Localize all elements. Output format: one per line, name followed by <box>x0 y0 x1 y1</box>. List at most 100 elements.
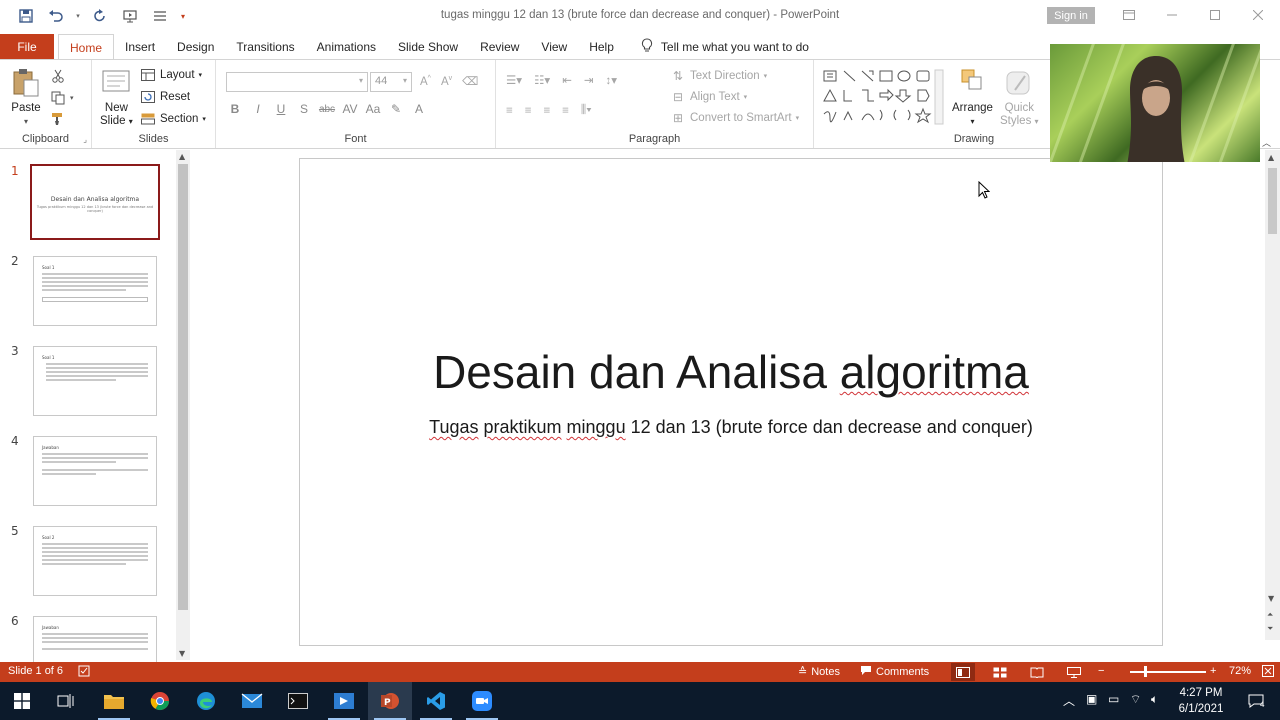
start-from-beginning-icon[interactable] <box>118 4 142 28</box>
previous-slide-icon[interactable]: ⏶ <box>1267 610 1273 620</box>
save-icon[interactable] <box>14 4 38 28</box>
scroll-up-icon[interactable]: ▲ <box>179 152 185 161</box>
undo-icon[interactable] <box>44 4 68 28</box>
new-slide-button[interactable]: New Slide ▾ <box>100 68 133 128</box>
font-color-icon[interactable]: A <box>408 102 430 116</box>
zoom-slider-thumb[interactable] <box>1144 666 1147 677</box>
columns-icon[interactable]: ⫼▾ <box>581 104 592 117</box>
clear-formatting-icon[interactable]: ⌫ <box>462 74 478 88</box>
show-hidden-icons-icon[interactable]: ︿ <box>1063 692 1075 709</box>
minimize-icon[interactable] <box>1158 4 1186 26</box>
align-center-icon[interactable]: ≡ <box>525 105 532 117</box>
slide-thumbnail-1[interactable]: Desain dan Analisa algoritma Tugas prakt… <box>30 164 160 240</box>
close-icon[interactable] <box>1244 4 1272 26</box>
italic-icon[interactable]: I <box>247 102 269 116</box>
paste-button[interactable]: Paste ▾ <box>10 68 42 128</box>
slide-canvas[interactable]: Desain dan Analisa algoritma Tugas prakt… <box>299 158 1163 646</box>
meet-now-icon[interactable]: ▣ <box>1086 692 1097 706</box>
next-slide-icon[interactable]: ⏷ <box>1267 624 1273 634</box>
ribbon-display-options-icon[interactable] <box>1115 4 1143 26</box>
line-spacing-icon[interactable]: ↕▾ <box>605 73 617 87</box>
action-center-icon[interactable]: 4 <box>1236 682 1276 720</box>
sign-in-button[interactable]: Sign in <box>1047 7 1095 24</box>
highlight-color-icon[interactable]: ✎ <box>385 102 407 116</box>
zoom-in-icon[interactable]: + <box>1210 665 1216 677</box>
tab-slide-show[interactable]: Slide Show <box>387 34 469 60</box>
decrease-indent-icon[interactable]: ⇤ <box>562 73 572 87</box>
volume-icon[interactable]: 🔈︎ <box>1151 692 1158 707</box>
app-icon-blue[interactable] <box>322 682 366 720</box>
comments-button[interactable]: Comments <box>860 665 929 679</box>
chrome-icon[interactable] <box>138 682 182 720</box>
slide-thumbnail-3[interactable]: Soal 1 <box>33 346 157 416</box>
zoom-slider[interactable] <box>1130 671 1206 673</box>
quick-styles-button[interactable]: Quick Styles ▾ <box>1000 68 1039 128</box>
notes-button[interactable]: ≙ Notes <box>798 665 840 679</box>
underline-icon[interactable]: U <box>270 102 292 116</box>
tell-me-search[interactable]: Tell me what you want to do <box>641 34 809 60</box>
bullets-icon[interactable]: ☰▾ <box>506 73 522 87</box>
collapse-ribbon-icon[interactable]: ︿ <box>1262 136 1271 149</box>
zoom-level[interactable]: 72% <box>1229 665 1251 677</box>
editor-scrollbar[interactable]: ▲ ▼ ⏶ ⏷ <box>1265 150 1280 640</box>
align-left-icon[interactable]: ≡ <box>506 105 513 117</box>
battery-icon[interactable]: ▭ <box>1108 692 1119 706</box>
increase-font-size-icon[interactable]: A^ <box>420 75 431 88</box>
normal-view-icon[interactable] <box>951 663 975 681</box>
bold-icon[interactable]: B <box>224 102 246 116</box>
convert-smartart-button[interactable]: ⊞ Convert to SmartArt ▾ <box>670 110 799 126</box>
strikethrough-icon[interactable]: abc <box>316 104 338 115</box>
scrollbar-thumb[interactable] <box>1268 168 1277 234</box>
font-name-combobox[interactable]: ▾ <box>226 72 368 92</box>
arrange-button[interactable]: Arrange ▾ <box>952 68 993 128</box>
clipboard-launcher-icon[interactable]: ⌟ <box>83 135 87 144</box>
thumbnail-scrollbar[interactable]: ▲ ▼ <box>176 150 190 660</box>
font-size-combobox[interactable]: 44 ▾ <box>370 72 412 92</box>
copy-button[interactable]: ▾ <box>50 90 74 106</box>
maximize-icon[interactable] <box>1201 4 1229 26</box>
zoom-out-icon[interactable]: − <box>1098 665 1104 677</box>
tab-file[interactable]: File <box>0 34 54 60</box>
section-button[interactable]: Section ▾ <box>140 111 206 127</box>
slide-show-view-icon[interactable] <box>1062 663 1086 681</box>
tab-help[interactable]: Help <box>578 34 625 60</box>
format-painter-button[interactable] <box>50 111 66 127</box>
align-right-icon[interactable]: ≡ <box>543 105 550 117</box>
increase-indent-icon[interactable]: ⇥ <box>584 73 594 87</box>
slide-title[interactable]: Desain dan Analisa algoritma <box>300 345 1162 399</box>
text-shadow-icon[interactable]: S <box>293 102 315 116</box>
edge-icon[interactable] <box>184 682 228 720</box>
tab-animations[interactable]: Animations <box>306 34 387 60</box>
file-explorer-icon[interactable] <box>92 682 136 720</box>
customize-qat-icon[interactable]: ▾ <box>178 4 188 28</box>
character-spacing-icon[interactable]: AV <box>339 102 361 116</box>
undo-dropdown-icon[interactable]: ▾ <box>74 4 82 28</box>
justify-icon[interactable]: ≡ <box>562 105 569 117</box>
layout-button[interactable]: Layout ▾ <box>140 67 202 83</box>
slide-subtitle[interactable]: Tugas praktikum minggu 12 dan 13 (brute … <box>400 415 1062 439</box>
mail-icon[interactable] <box>230 682 274 720</box>
slide-thumbnail-4[interactable]: Jawaban <box>33 436 157 506</box>
numbering-icon[interactable]: ☷▾ <box>534 73 550 87</box>
vscode-icon[interactable] <box>414 682 458 720</box>
start-button[interactable] <box>0 682 44 720</box>
slide-thumbnail-2[interactable]: Soal 1 <box>33 256 157 326</box>
fit-to-window-icon[interactable] <box>1262 665 1274 677</box>
reading-view-icon[interactable] <box>1025 663 1049 681</box>
tab-home[interactable]: Home <box>58 34 115 61</box>
tab-view[interactable]: View <box>530 34 578 60</box>
text-direction-button[interactable]: ⇅ Text Direction ▾ <box>670 68 767 84</box>
slide-thumbnail-6[interactable]: Jawaban <box>33 616 157 662</box>
tab-review[interactable]: Review <box>469 34 530 60</box>
scroll-up-icon[interactable]: ▲ <box>1268 153 1274 162</box>
scrollbar-thumb[interactable] <box>178 164 188 610</box>
wifi-icon[interactable]: ⌔ <box>1130 692 1141 707</box>
decrease-font-size-icon[interactable]: Av <box>441 75 452 88</box>
zoom-app-icon[interactable] <box>460 682 504 720</box>
scroll-down-icon[interactable]: ▼ <box>1268 594 1274 603</box>
slide-thumbnail-5[interactable]: Soal 2 <box>33 526 157 596</box>
taskbar-clock[interactable]: 4:27 PM 6/1/2021 <box>1166 685 1236 717</box>
cut-button[interactable] <box>50 68 66 84</box>
spell-check-icon[interactable] <box>78 665 92 677</box>
task-view-icon[interactable] <box>44 682 88 720</box>
